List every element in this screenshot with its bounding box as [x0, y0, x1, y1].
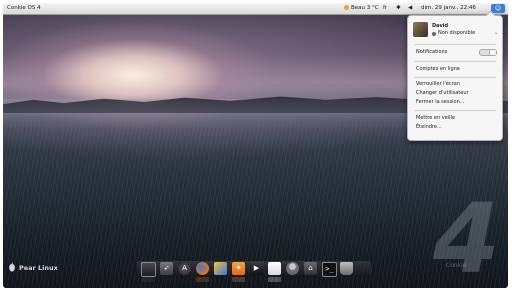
bluetooth-icon[interactable]: ✱	[396, 3, 401, 14]
avatar[interactable]	[413, 22, 428, 37]
app-store-icon[interactable]: A	[178, 262, 191, 275]
photos-icon[interactable]	[214, 262, 227, 275]
chevron-down-icon[interactable]: ⌄	[494, 30, 498, 36]
dock-reflection	[232, 277, 245, 282]
version-logo: 4	[433, 183, 500, 295]
user-icon[interactable]	[286, 262, 299, 275]
dock-reflection	[268, 277, 281, 282]
menu-item-online-accounts[interactable]: Comptes en ligne	[416, 66, 460, 72]
menu-separator	[414, 61, 496, 62]
status-icon	[432, 32, 436, 36]
weather-indicator[interactable]: Beau 3 °C	[344, 3, 379, 14]
keyboard-layout-indicator[interactable]: fr	[383, 3, 387, 14]
monitor-icon[interactable]	[141, 262, 156, 277]
menu-item-notifications[interactable]: Notifications	[416, 49, 447, 55]
user-icon: ☺	[494, 5, 502, 12]
sun-icon	[344, 4, 349, 10]
menu-item-switch-user[interactable]: Changer d'utilisateur	[416, 90, 469, 96]
notifications-toggle[interactable]	[479, 49, 497, 56]
video-icon[interactable]: ▶	[250, 262, 263, 275]
menu-item-suspend[interactable]: Mettre en veille	[416, 115, 455, 121]
text-editor-icon[interactable]	[268, 262, 281, 275]
volume-icon[interactable]: ◀	[408, 3, 412, 14]
trash-icon[interactable]	[340, 262, 353, 275]
mail-icon[interactable]: ✦	[232, 262, 245, 275]
menu-separator	[414, 110, 496, 111]
brand-logo: Pear Linux	[19, 264, 58, 272]
pear-icon	[9, 262, 15, 272]
menu-item-lock-screen[interactable]: Verrouiller l'écran	[416, 81, 460, 87]
dock-reflection	[196, 277, 209, 282]
menu-item-power-off[interactable]: Éteindre...	[416, 124, 442, 130]
rocket-icon[interactable]: ➶	[160, 262, 173, 275]
top-panel: Conkie OS 4 Beau 3 °C fr ✱ ◀ dim. 29 jan…	[3, 3, 508, 15]
clock[interactable]: dim. 29 janv., 22:46	[421, 3, 476, 14]
app-menu-title[interactable]: Conkie OS 4	[7, 3, 41, 14]
user-menu-button[interactable]: ☺	[491, 4, 505, 13]
user-name: David	[432, 23, 449, 29]
menu-separator	[414, 77, 496, 78]
menu-separator	[414, 44, 496, 45]
weather-text: Beau 3 °C	[351, 5, 379, 11]
software-center-icon[interactable]: ⌂	[304, 262, 317, 275]
version-caption: Conkie	[446, 262, 467, 269]
terminal-icon[interactable]: >_	[322, 262, 337, 277]
menu-item-log-out[interactable]: Fermer la session...	[416, 99, 465, 105]
toggle-knob	[489, 50, 496, 55]
status-selector[interactable]: Non disponible	[438, 30, 475, 36]
firefox-icon[interactable]	[196, 262, 209, 275]
dock-reflection	[141, 277, 154, 282]
user-menu: David Non disponible ⌄ Notifications Com…	[407, 15, 503, 141]
